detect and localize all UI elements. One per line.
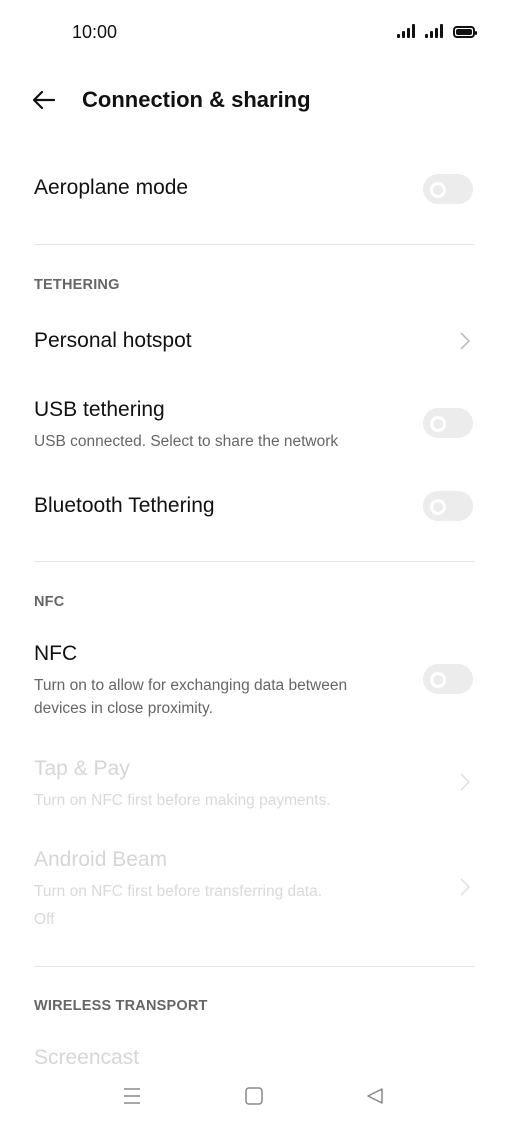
- battery-icon: [453, 26, 477, 38]
- nfc-label: NFC: [34, 642, 78, 665]
- menu-icon[interactable]: [122, 1086, 142, 1106]
- usb-tethering-label: USB tethering: [34, 398, 165, 421]
- screencast-label: Screencast: [34, 1046, 140, 1069]
- personal-hotspot-label: Personal hotspot: [34, 329, 192, 352]
- navigation-bar: [0, 1076, 507, 1118]
- aeroplane-mode-label: Aeroplane mode: [34, 176, 189, 199]
- page-title: Connection & sharing: [82, 87, 311, 112]
- bluetooth-tethering-toggle[interactable]: [423, 491, 473, 521]
- back-arrow-icon[interactable]: [30, 86, 58, 114]
- back-triangle-icon[interactable]: [365, 1086, 385, 1106]
- tap-pay-label: Tap & Pay: [34, 757, 130, 780]
- divider: [34, 561, 474, 562]
- android-beam-subtitle: Turn on NFC first before transferring da…: [34, 883, 323, 900]
- status-bar: 10:00: [0, 0, 507, 66]
- signal-icon-2: [425, 24, 443, 38]
- chevron-right-icon: [460, 332, 471, 350]
- signal-icon: [397, 24, 415, 38]
- status-icons: [397, 24, 477, 38]
- section-label-nfc: NFC: [34, 594, 65, 610]
- android-beam-status: Off: [34, 911, 55, 928]
- divider: [34, 966, 474, 967]
- usb-tethering-subtitle: USB connected. Select to share the netwo…: [34, 433, 339, 450]
- divider: [34, 244, 474, 245]
- usb-tethering-toggle[interactable]: [423, 408, 473, 438]
- section-label-wireless-transport: WIRELESS TRANSPORT: [34, 998, 208, 1014]
- nfc-subtitle: Turn on to allow for exchanging data bet…: [34, 677, 348, 717]
- section-label-tethering: TETHERING: [34, 277, 120, 293]
- bluetooth-tethering-label: Bluetooth Tethering: [34, 494, 215, 517]
- header: Connection & sharing: [0, 74, 507, 126]
- tap-pay-subtitle: Turn on NFC first before making payments…: [34, 792, 331, 809]
- aeroplane-mode-toggle[interactable]: [423, 174, 473, 204]
- chevron-right-icon: [460, 878, 471, 896]
- nfc-toggle[interactable]: [423, 664, 473, 694]
- status-time: 10:00: [72, 22, 118, 42]
- android-beam-label: Android Beam: [34, 848, 168, 871]
- home-square-icon[interactable]: [244, 1086, 264, 1106]
- chevron-right-icon: [460, 773, 471, 791]
